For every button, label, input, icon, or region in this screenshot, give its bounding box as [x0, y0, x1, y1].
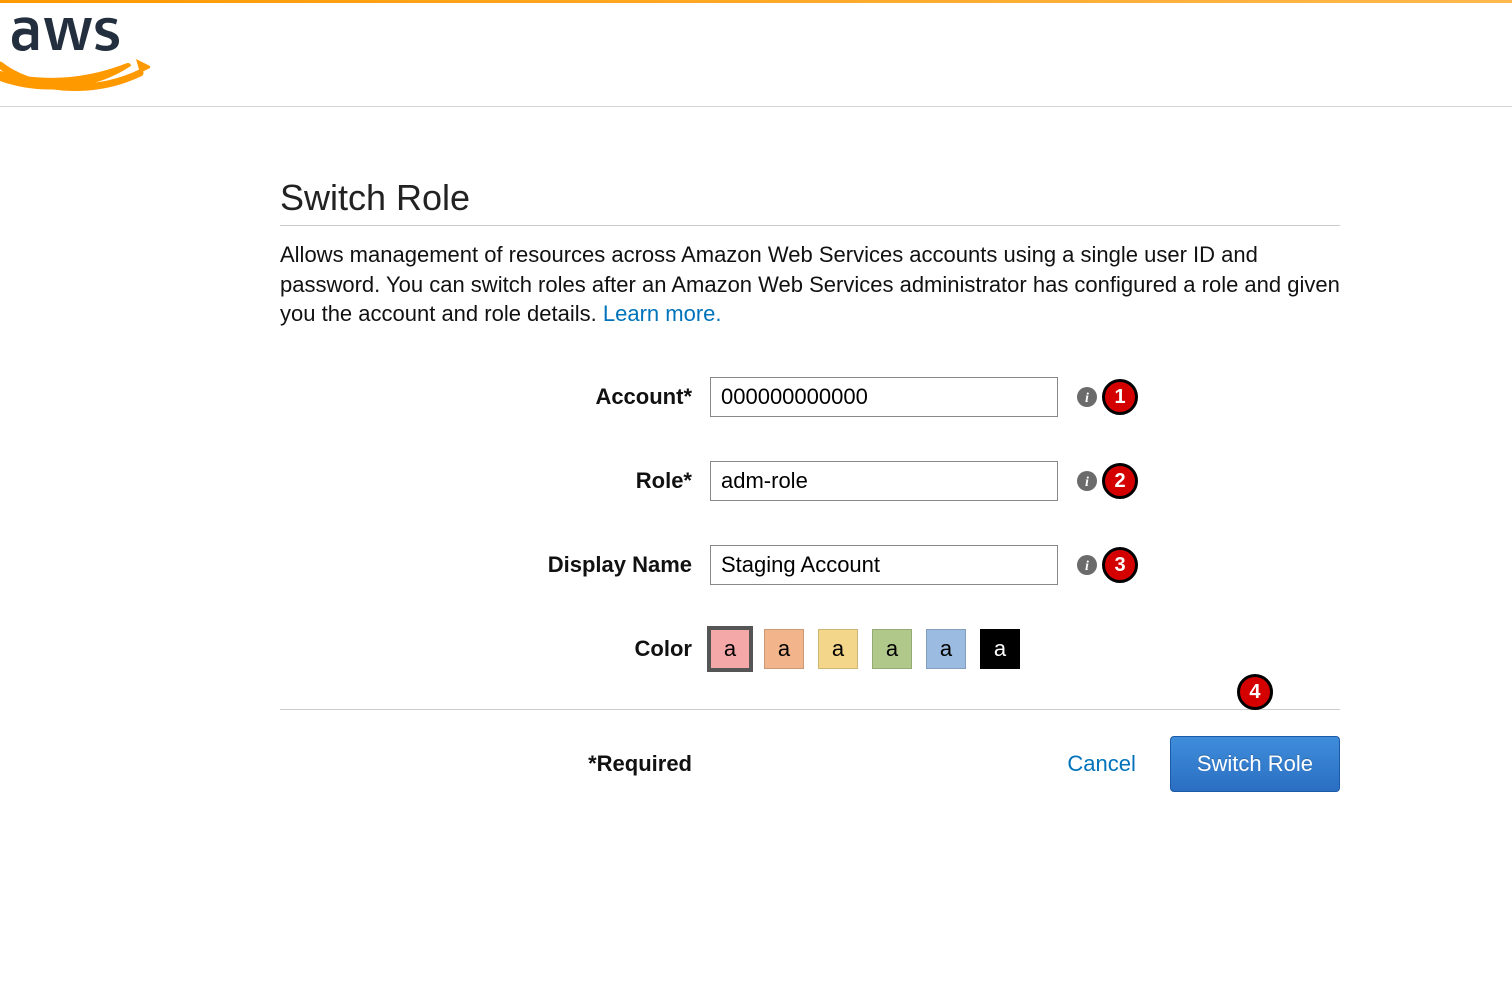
- footer-row: *Required Cancel 4 Switch Role: [280, 736, 1340, 792]
- aws-logo: [0, 11, 150, 93]
- role-row: Role* i 2: [280, 461, 1340, 501]
- svg-text:i: i: [1085, 475, 1089, 490]
- display-name-label: Display Name: [280, 552, 710, 578]
- color-swatch-black[interactable]: a: [980, 629, 1020, 669]
- learn-more-link[interactable]: Learn more.: [603, 301, 722, 326]
- color-swatch-pink[interactable]: a: [710, 629, 750, 669]
- display-name-input[interactable]: [710, 545, 1058, 585]
- color-swatch-blue[interactable]: a: [926, 629, 966, 669]
- footer-separator: [280, 709, 1340, 710]
- switch-role-button[interactable]: Switch Role: [1170, 736, 1340, 792]
- color-swatches: a a a a a a: [710, 629, 1020, 669]
- account-input[interactable]: [710, 377, 1058, 417]
- cancel-button[interactable]: Cancel: [1067, 751, 1135, 777]
- page-description-text: Allows management of resources across Am…: [280, 242, 1340, 326]
- role-input[interactable]: [710, 461, 1058, 501]
- svg-text:i: i: [1085, 391, 1089, 406]
- footer-actions: Cancel 4 Switch Role: [1067, 736, 1340, 792]
- svg-text:i: i: [1085, 559, 1089, 574]
- info-icon[interactable]: i: [1076, 386, 1098, 408]
- info-icon[interactable]: i: [1076, 554, 1098, 576]
- color-swatch-orange[interactable]: a: [764, 629, 804, 669]
- switch-role-form: Account* i 1 Role* i 2 Display Name i 3 …: [280, 377, 1340, 792]
- account-row: Account* i 1: [280, 377, 1340, 417]
- annotation-badge-1: 1: [1102, 379, 1138, 415]
- page-description: Allows management of resources across Am…: [280, 240, 1340, 329]
- color-swatch-green[interactable]: a: [872, 629, 912, 669]
- annotation-badge-3: 3: [1102, 547, 1138, 583]
- display-name-row: Display Name i 3: [280, 545, 1340, 585]
- info-icon[interactable]: i: [1076, 470, 1098, 492]
- color-swatch-yellow[interactable]: a: [818, 629, 858, 669]
- color-label: Color: [280, 636, 710, 662]
- annotation-badge-4: 4: [1237, 674, 1273, 710]
- role-label: Role*: [280, 468, 710, 494]
- required-note: *Required: [280, 751, 710, 777]
- main-content: Switch Role Allows management of resourc…: [280, 177, 1340, 792]
- account-label: Account*: [280, 384, 710, 410]
- page-title: Switch Role: [280, 177, 1340, 226]
- header: [0, 3, 1512, 107]
- color-row: Color a a a a a a: [280, 629, 1340, 669]
- annotation-badge-2: 2: [1102, 463, 1138, 499]
